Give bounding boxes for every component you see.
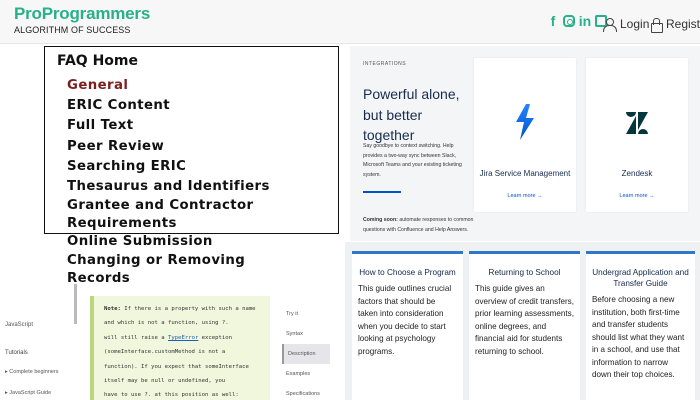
toc-item-syntax[interactable]: Syntax (282, 324, 330, 344)
guide-body: This guide outlines crucial factors that… (358, 284, 452, 356)
docs-fragment: JavaScript Tutorials ▸ Complete beginner… (0, 282, 340, 400)
guide-card-returning[interactable]: Returning to School This guide gives an … (469, 251, 580, 400)
social-links: f in (546, 13, 607, 29)
faq-item-eric-content[interactable]: ERIC Content (67, 96, 367, 116)
guide-body: Before choosing a new institution, both … (592, 295, 685, 379)
site-header: ProProgrammers ALGORITHM OF SUCCESS f in… (0, 0, 700, 44)
coming-soon-label: Coming soon: (363, 217, 398, 223)
faq-item-peer-review[interactable]: Peer Review (67, 137, 367, 157)
docs-sidebar-title: JavaScript (5, 322, 34, 328)
guides-section: How to Choose a Program This guide outli… (345, 242, 700, 400)
faq-menu: General ERIC Content Full Text Peer Revi… (67, 76, 367, 287)
facebook-icon[interactable]: f (546, 13, 560, 29)
integrations-description: Say goodbye to context switching. Help p… (363, 143, 462, 178)
faq-item-full-text[interactable]: Full Text (67, 116, 367, 136)
zendesk-card[interactable]: Zendesk Learn more → (586, 58, 688, 212)
docs-link-guide[interactable]: ▸ JavaScript Guide (5, 390, 51, 396)
zendesk-card-name: Zendesk (621, 169, 653, 178)
guide-card-transfer[interactable]: Undergrad Application and Transfer Guide… (586, 251, 695, 400)
integrations-kicker: INTEGRATIONS (363, 61, 407, 67)
jira-card[interactable]: Jira Service Management Learn more → (474, 58, 576, 212)
guide-body: This guide gives an overview of credit t… (475, 284, 574, 356)
lock-icon (651, 17, 663, 33)
note-label: Note: (104, 306, 121, 312)
jira-icon (516, 104, 534, 140)
guide-title[interactable]: How to Choose a Program (358, 267, 457, 278)
note-line-1: If there is a property with such a name … (104, 306, 256, 327)
guide-title[interactable]: Returning to School (475, 267, 574, 278)
integrations-accent-bar (363, 191, 401, 193)
note-line-3: function). If you expect that someInterf… (104, 363, 249, 385)
integrations-coming-soon: Coming soon: automate responses to commo… (363, 216, 483, 235)
jira-card-name: Jira Service Management (479, 169, 571, 178)
faq-item-searching-eric[interactable]: Searching ERIC (67, 157, 367, 177)
zendesk-icon (626, 112, 648, 134)
faq-item-online-submission[interactable]: Online Submission (67, 232, 367, 252)
user-icon (603, 17, 617, 32)
zendesk-learn-more[interactable]: Learn more → (586, 193, 688, 199)
docs-sidebar: JavaScript Tutorials ▸ Complete beginner… (0, 282, 72, 400)
guide-title[interactable]: Undergrad Application and Transfer Guide (592, 267, 689, 289)
note-line-4: have to use ?. at this position as well:… (104, 392, 239, 399)
register-link[interactable]: Register (651, 17, 700, 33)
docs-link-beginners[interactable]: ▸ Complete beginners (5, 369, 59, 375)
docs-note: Note: If there is a property with such a… (90, 296, 270, 400)
faq-title: FAQ Home (57, 53, 138, 69)
jira-learn-more[interactable]: Learn more → (474, 193, 576, 199)
toc-item-description[interactable]: Description (282, 344, 330, 364)
instagram-icon[interactable] (563, 15, 575, 27)
docs-tutorials-heading: Tutorials (5, 350, 28, 356)
site-logo[interactable]: ProProgrammers (14, 4, 150, 24)
page: ProProgrammers ALGORITHM OF SUCCESS f in… (0, 0, 700, 400)
guide-card-choose-program[interactable]: How to Choose a Program This guide outli… (352, 251, 463, 400)
faq-item-thesaurus[interactable]: Thesaurus and Identifiers (67, 177, 367, 197)
typeerror-link[interactable]: TypeError (168, 335, 198, 341)
toc-item-specifications[interactable]: Specifications (282, 384, 330, 400)
login-label: Login (620, 17, 650, 31)
integrations-title: Powerful alone, but better together (363, 86, 460, 143)
integrations-panel: INTEGRATIONS Powerful alone, but better … (350, 46, 700, 241)
site-tagline: ALGORITHM OF SUCCESS (14, 25, 131, 35)
docs-divider (74, 284, 77, 324)
linkedin-icon[interactable]: in (578, 13, 592, 29)
faq-item-general[interactable]: General (67, 76, 367, 96)
docs-toc: Try it Syntax Description Examples Speci… (282, 304, 330, 400)
faq-item-grantee[interactable]: Grantee and Contractor Requirements (67, 197, 307, 232)
register-label: Register (666, 17, 700, 31)
note-line-2a: will still raise a (104, 334, 168, 341)
login-link[interactable]: Login (603, 17, 650, 32)
toc-item-try-it[interactable]: Try it (282, 304, 330, 324)
toc-item-examples[interactable]: Examples (282, 364, 330, 384)
